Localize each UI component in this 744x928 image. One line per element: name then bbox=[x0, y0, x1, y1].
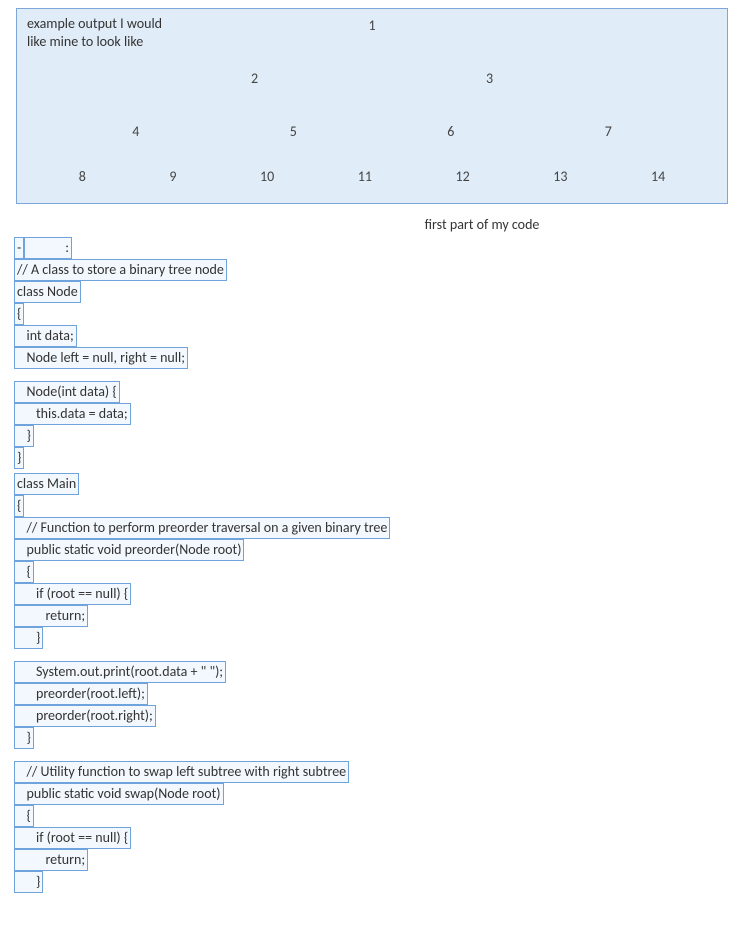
code-seg: this.data = data; bbox=[14, 403, 131, 425]
code-seg: { bbox=[14, 495, 24, 517]
code-seg: } bbox=[14, 447, 24, 469]
code-seg: { bbox=[14, 561, 34, 583]
code-seg: } bbox=[14, 871, 43, 893]
code-seg: public static void swap(Node root) bbox=[14, 783, 224, 805]
code-seg: // Function to perform preorder traversa… bbox=[14, 517, 390, 539]
tree-cell: 6 bbox=[447, 123, 454, 140]
code-area: - : // A class to store a binary tree no… bbox=[14, 237, 730, 893]
tree-cell: 1 bbox=[368, 17, 375, 34]
section-label: first part of my code bbox=[0, 216, 744, 233]
tree-caption: example output I would like mine to look… bbox=[27, 15, 167, 51]
code-seg: preorder(root.left); bbox=[14, 683, 148, 705]
tree-row-4: 8 9 10 11 12 13 14 bbox=[17, 168, 727, 185]
code-seg: class Node bbox=[14, 281, 81, 303]
tree-row-2: 2 3 bbox=[17, 70, 727, 87]
code-seg: preorder(root.right); bbox=[14, 705, 156, 727]
code-seg: Node left = null, right = null; bbox=[14, 347, 188, 369]
code-seg: return; bbox=[14, 605, 88, 627]
tree-row-3: 4 5 6 7 bbox=[17, 123, 727, 140]
code-seg: public static void preorder(Node root) bbox=[14, 539, 244, 561]
tree-cell: 11 bbox=[358, 168, 372, 185]
tree-cell: 2 bbox=[251, 70, 258, 87]
tree-cell: 3 bbox=[486, 70, 493, 87]
code-seg: } bbox=[14, 727, 34, 749]
tree-output-box: example output I would like mine to look… bbox=[16, 8, 728, 204]
code-seg: if (root == null) { bbox=[14, 827, 131, 849]
tree-cell: 13 bbox=[553, 168, 567, 185]
tree-cell: 10 bbox=[260, 168, 274, 185]
tree-cell: 5 bbox=[290, 123, 297, 140]
tree-cell: 4 bbox=[132, 123, 139, 140]
code-seg: - bbox=[14, 237, 24, 259]
code-seg: } bbox=[14, 627, 43, 649]
code-seg: System.out.print(root.data + " "); bbox=[14, 661, 226, 683]
code-seg: : bbox=[24, 237, 72, 259]
code-seg: return; bbox=[14, 849, 88, 871]
tree-cell: 14 bbox=[651, 168, 665, 185]
code-seg: { bbox=[14, 303, 24, 325]
tree-cell: 7 bbox=[605, 123, 612, 140]
code-seg: // Utility function to swap left subtree… bbox=[14, 761, 349, 783]
tree-cell: 9 bbox=[169, 168, 176, 185]
code-seg: { bbox=[14, 805, 34, 827]
code-seg: } bbox=[14, 425, 34, 447]
tree-cell: 12 bbox=[456, 168, 470, 185]
code-seg: class Main bbox=[14, 473, 79, 495]
code-seg: if (root == null) { bbox=[14, 583, 131, 605]
code-seg: int data; bbox=[14, 325, 77, 347]
code-seg: // A class to store a binary tree node bbox=[14, 259, 227, 281]
code-seg: Node(int data) { bbox=[14, 381, 120, 403]
tree-cell: 8 bbox=[79, 168, 86, 185]
